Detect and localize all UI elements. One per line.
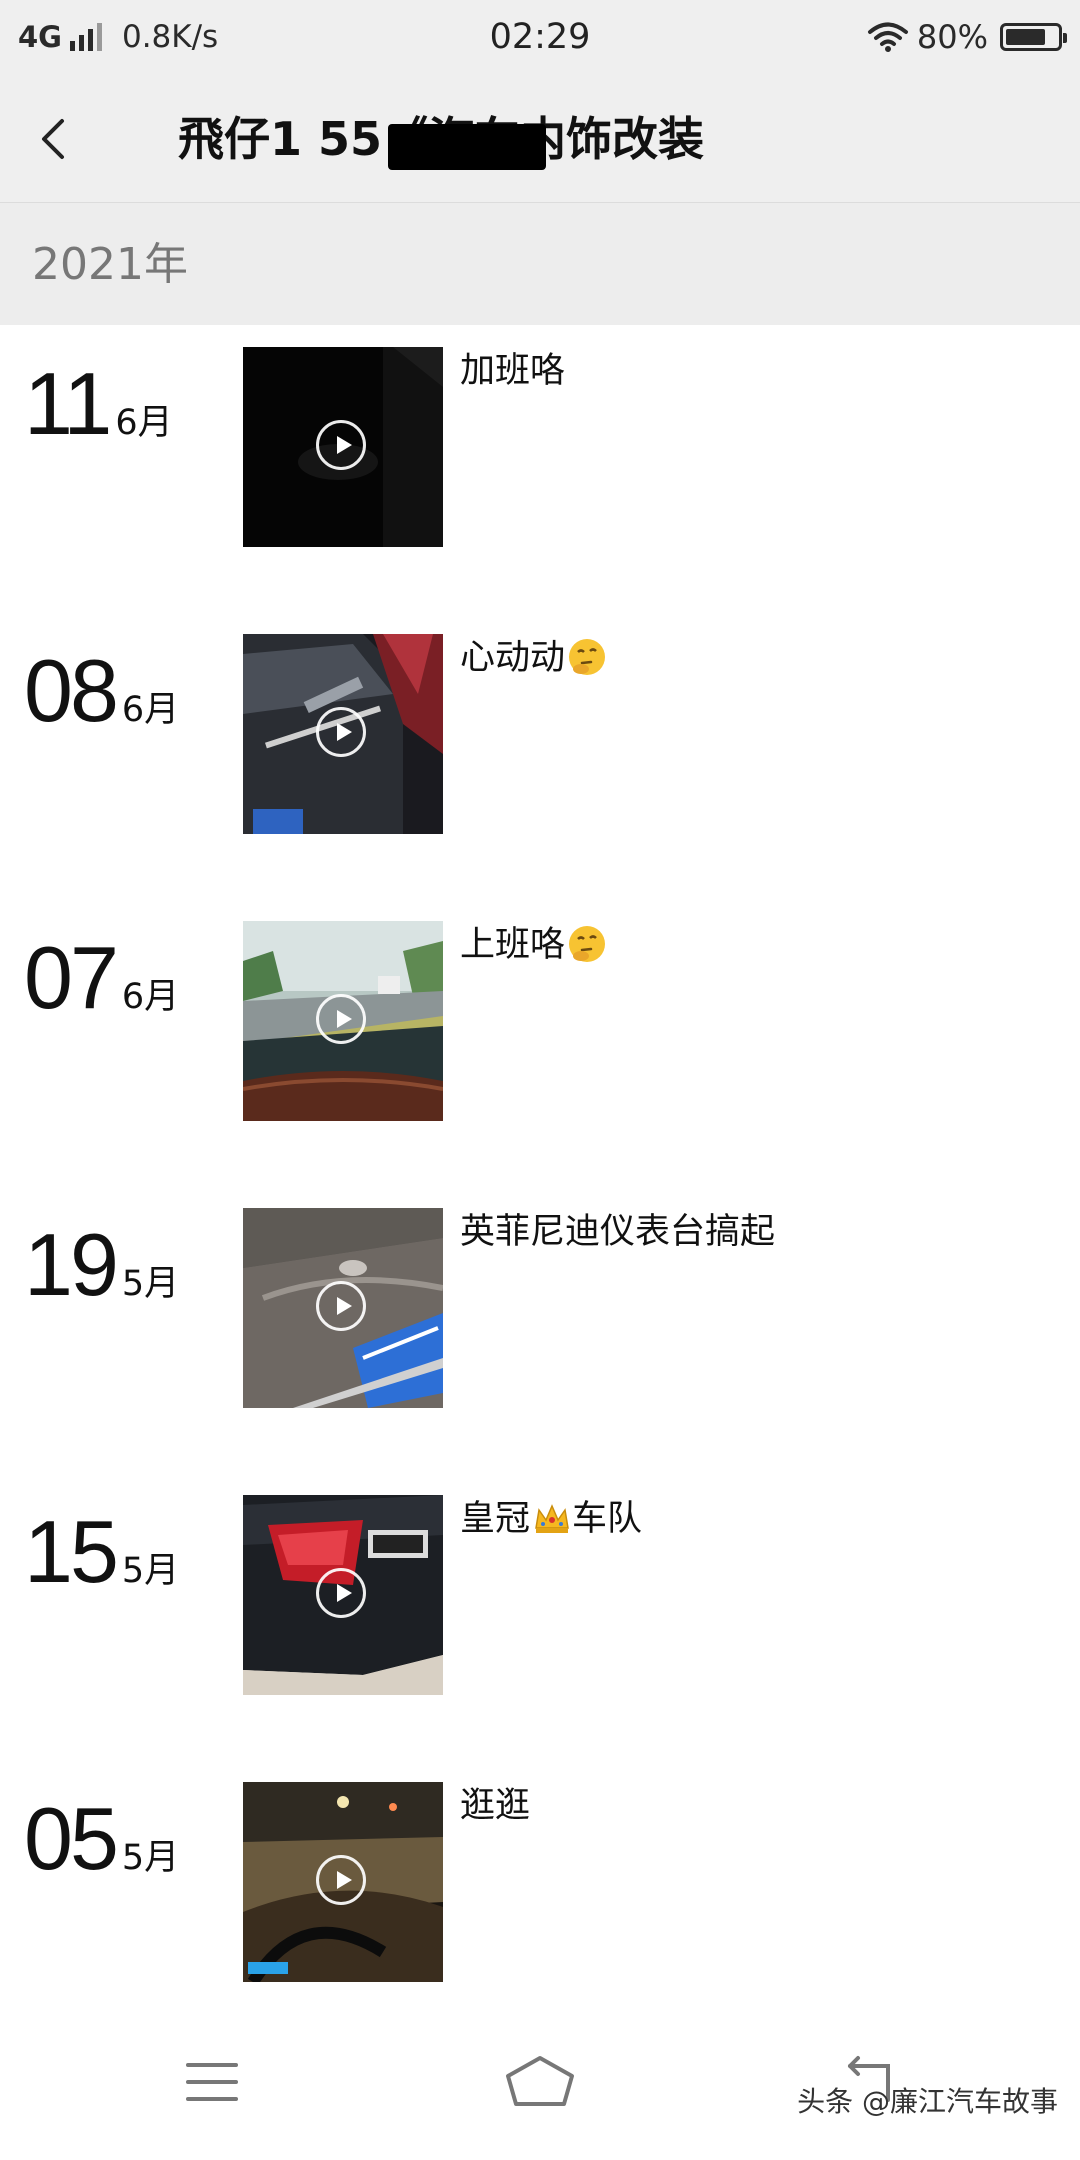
post-month: 6月 — [115, 403, 173, 443]
post-caption: 逛逛 — [460, 1783, 530, 1829]
page-title: 飛仔1 55《汽车内饰改装 — [178, 112, 704, 166]
post-date: 11 6月 — [24, 360, 173, 448]
list-item[interactable]: 19 5月 英菲尼迪仪表台搞起 — [0, 1191, 1080, 1478]
post-date: 05 5月 — [24, 1795, 179, 1883]
play-icon — [316, 994, 366, 1044]
post-caption: 皇冠 车队 — [460, 1496, 642, 1542]
crown-emoji — [535, 1504, 569, 1533]
video-thumbnail[interactable] — [243, 347, 443, 547]
menu-icon — [186, 2063, 238, 2101]
caption-text: 心动动 — [460, 638, 566, 678]
post-feed: 11 6月 加班咯 08 6月 心动动 07 6月 上班咯 19 5月 英菲尼迪… — [0, 330, 1080, 2052]
list-item[interactable]: 11 6月 加班咯 — [0, 330, 1080, 617]
status-bar: 4G 0.8K/s 02:29 80% — [0, 0, 1080, 74]
battery-percent: 80% — [916, 18, 988, 56]
post-day: 15 — [24, 1502, 119, 1601]
thinking-face-emoji — [569, 926, 606, 962]
system-nav-bar: 头条 @廉江汽车故事 — [0, 2010, 1080, 2160]
post-caption: 英菲尼迪仪表台搞起 — [460, 1209, 775, 1255]
watermark: 头条 @廉江汽车故事 — [797, 2085, 1058, 2118]
post-month: 6月 — [121, 977, 180, 1017]
video-thumbnail[interactable] — [243, 634, 443, 834]
video-thumbnail[interactable] — [243, 921, 443, 1121]
status-right: 80% — [867, 14, 1067, 60]
post-month: 5月 — [121, 1264, 180, 1304]
year-label: 2021年 — [32, 239, 188, 290]
play-icon — [316, 1568, 366, 1618]
post-caption: 心动动 — [460, 635, 607, 681]
caption-text: 皇冠 — [460, 1499, 531, 1539]
post-day: 05 — [24, 1789, 119, 1888]
video-thumbnail[interactable] — [243, 1208, 443, 1408]
post-month: 5月 — [121, 1551, 180, 1591]
back-button[interactable] — [28, 104, 88, 174]
post-date: 07 6月 — [24, 934, 179, 1022]
caption-text: 加班咯 — [460, 351, 566, 391]
battery-fill — [1006, 29, 1045, 45]
post-caption: 上班咯 — [460, 922, 607, 968]
caption-text: 逛逛 — [460, 1786, 531, 1826]
post-date: 15 5月 — [24, 1508, 179, 1596]
post-day: 11 — [24, 354, 112, 453]
list-item[interactable]: 08 6月 心动动 — [0, 617, 1080, 904]
play-icon — [316, 1855, 366, 1905]
home-icon — [506, 2056, 574, 2106]
post-caption: 加班咯 — [460, 348, 565, 394]
back-arrow-icon — [42, 119, 64, 159]
year-header: 2021年 — [0, 203, 1080, 325]
play-icon — [316, 707, 366, 757]
wifi-icon — [867, 22, 908, 52]
post-day: 19 — [24, 1215, 119, 1314]
play-icon — [316, 1281, 366, 1331]
post-month: 5月 — [121, 1838, 180, 1878]
title-bar: 飛仔1 55《汽车内饰改装 — [0, 74, 1080, 203]
post-day: 07 — [24, 928, 119, 1027]
video-thumbnail[interactable] — [243, 1495, 443, 1695]
caption-text: 英菲尼迪仪表台搞起 — [460, 1212, 776, 1252]
list-item[interactable]: 07 6月 上班咯 — [0, 904, 1080, 1191]
post-date: 19 5月 — [24, 1221, 179, 1309]
home-button[interactable] — [500, 2052, 580, 2112]
post-day: 08 — [24, 641, 119, 740]
caption-text-after: 车队 — [572, 1499, 643, 1539]
video-thumbnail[interactable] — [243, 1782, 443, 1982]
list-item[interactable]: 05 5月 逛逛 — [0, 1765, 1080, 2052]
menu-button[interactable] — [172, 2052, 252, 2112]
battery-icon — [1000, 23, 1067, 51]
caption-text: 上班咯 — [460, 925, 566, 965]
thinking-face-emoji — [569, 639, 606, 675]
redaction-block — [388, 124, 546, 170]
post-date: 08 6月 — [24, 647, 179, 735]
post-month: 6月 — [121, 690, 180, 730]
play-icon — [316, 420, 366, 470]
list-item[interactable]: 15 5月 皇冠 车队 — [0, 1478, 1080, 1765]
